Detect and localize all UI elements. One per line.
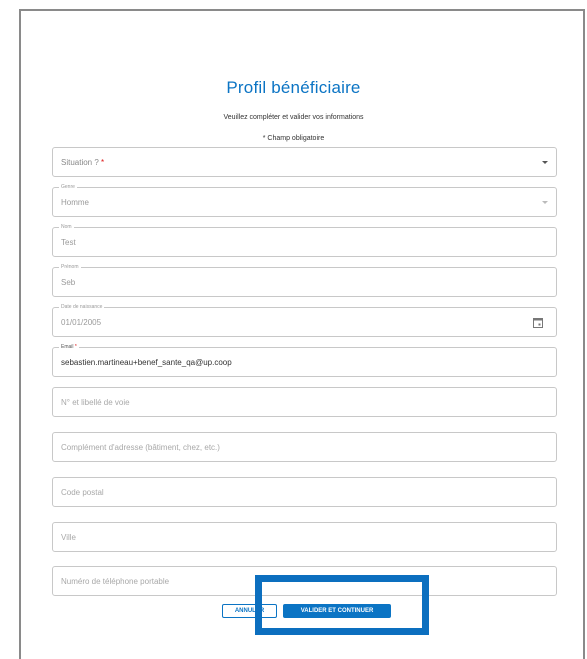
code-postal-field[interactable]: Code postal (52, 477, 557, 507)
page-title: Profil bénéficiaire (226, 78, 361, 97)
nom-value: Test (61, 238, 76, 247)
required-note: * Champ obligatoire (262, 135, 325, 142)
date-naissance-label: Date de naissance (59, 303, 105, 311)
cancel-button[interactable]: ANNULER (222, 604, 277, 618)
genre-value: Homme (61, 198, 90, 207)
telephone-placeholder: Numéro de téléphone portable (61, 577, 170, 586)
complement-adresse-field[interactable]: Complément d'adresse (bâtiment, chez, et… (52, 432, 557, 462)
voie-field[interactable]: N° et libellé de voie (52, 387, 557, 417)
situation-select[interactable]: Situation ? * (52, 147, 557, 177)
genre-label: Genre (59, 183, 77, 191)
email-label: Email * (59, 343, 79, 351)
genre-select[interactable]: Genre Homme (52, 183, 557, 217)
chevron-down-icon (542, 161, 548, 164)
nom-label: Nom (59, 223, 74, 231)
email-field[interactable]: Email * sebastien.martineau+benef_sante_… (52, 343, 557, 377)
prenom-label: Prénom (59, 263, 81, 271)
page-subtitle: Veuillez compléter et valider vos inform… (223, 114, 364, 121)
prenom-field[interactable]: Prénom Seb (52, 263, 557, 297)
submit-button[interactable]: VALIDER ET CONTINUER (283, 604, 391, 618)
chevron-down-icon (542, 201, 548, 204)
ville-field[interactable]: Ville (52, 522, 557, 552)
complement-placeholder: Complément d'adresse (bâtiment, chez, et… (61, 443, 220, 452)
voie-placeholder: N° et libellé de voie (61, 398, 130, 407)
code-postal-placeholder: Code postal (61, 488, 104, 497)
email-value: sebastien.martineau+benef_sante_qa@up.co… (61, 358, 232, 367)
telephone-field[interactable]: Numéro de téléphone portable (52, 566, 557, 596)
ville-placeholder: Ville (61, 533, 76, 542)
situation-placeholder: Situation ? * (61, 158, 105, 167)
nom-field[interactable]: Nom Test (52, 223, 557, 257)
date-naissance-value: 01/01/2005 (61, 318, 102, 327)
prenom-value: Seb (61, 278, 76, 287)
date-naissance-field[interactable]: Date de naissance 01/01/2005 (52, 303, 557, 337)
calendar-icon[interactable] (533, 317, 543, 328)
